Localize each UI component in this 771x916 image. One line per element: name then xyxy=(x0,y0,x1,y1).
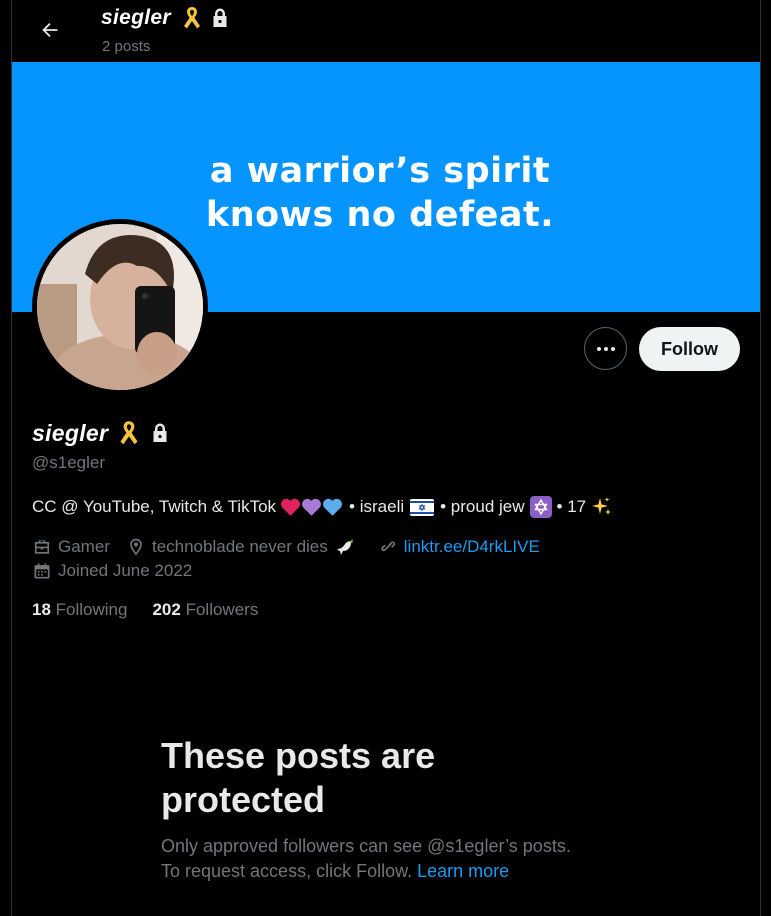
profile-meta-row-1: Gamer technoblade never dies linktr.ee/D… xyxy=(32,537,556,557)
column-border-right xyxy=(760,0,761,916)
protected-desc-text: To request access, click Follow. xyxy=(161,861,413,881)
avatar[interactable] xyxy=(32,219,208,395)
website-link[interactable]: linktr.ee/D4rkLIVE xyxy=(404,537,540,557)
bio-text-3: • proud jew xyxy=(440,497,525,516)
bio-text-1: CC @ YouTube, Twitch & TikTok xyxy=(32,497,277,516)
calendar-icon xyxy=(34,563,50,579)
briefcase-icon xyxy=(34,540,50,554)
lock-icon xyxy=(153,423,167,442)
location-pin-icon xyxy=(130,538,142,556)
profile-bio: CC @ YouTube, Twitch & TikTok • israeli … xyxy=(32,496,613,518)
lock-icon xyxy=(213,8,227,27)
dove-icon xyxy=(336,539,353,555)
joined-text: Joined June 2022 xyxy=(58,561,193,580)
post-count: 2 posts xyxy=(102,38,151,55)
more-horizontal-icon xyxy=(596,346,615,351)
protected-title: These posts are protected xyxy=(161,734,561,822)
more-options-button[interactable] xyxy=(584,327,627,370)
followers-link[interactable]: 202 Followers xyxy=(152,600,258,620)
header-display-name: siegler xyxy=(101,4,230,32)
protected-desc-line-1: Only approved followers can see @s1egler… xyxy=(161,836,571,856)
header-name-text: siegler xyxy=(101,6,171,29)
location-text: technoblade never dies xyxy=(151,537,328,556)
blue-heart-icon xyxy=(323,498,342,516)
bio-text-2: • israeli xyxy=(349,497,405,516)
profile-meta-row-2: Joined June 2022 xyxy=(32,561,208,581)
category-text: Gamer xyxy=(58,537,110,556)
sparkles-icon xyxy=(592,497,612,515)
ribbon-icon xyxy=(183,7,200,29)
protected-title-line-2: protected xyxy=(161,779,326,820)
website-item[interactable]: linktr.ee/D4rkLIVE xyxy=(378,537,540,557)
avatar-photo xyxy=(37,224,203,390)
protected-desc-line-2: To request access, click Follow. Learn m… xyxy=(161,859,641,884)
category-item: Gamer xyxy=(32,537,110,557)
bio-text-4: • 17 xyxy=(556,497,587,516)
star-of-david-icon xyxy=(529,496,552,518)
profile-header-bar: siegler 2 posts xyxy=(12,0,760,62)
protected-title-line-1: These posts are xyxy=(161,735,436,776)
israel-flag-icon xyxy=(410,498,435,516)
followers-label: Followers xyxy=(185,600,259,619)
back-button[interactable] xyxy=(32,12,68,48)
following-link[interactable]: 18 Following xyxy=(32,600,127,620)
joined-item: Joined June 2022 xyxy=(32,561,192,581)
banner-line-1: a warrior’s spirit xyxy=(209,151,551,191)
follow-button[interactable]: Follow xyxy=(639,327,740,371)
follow-stats: 18 Following 202 Followers xyxy=(32,600,283,620)
purple-heart-icon xyxy=(302,498,321,516)
profile-name-text: siegler xyxy=(32,419,109,446)
location-item: technoblade never dies xyxy=(126,537,362,557)
followers-count: 202 xyxy=(152,600,181,619)
profile-page: siegler 2 posts a warrior’s spirit knows… xyxy=(0,0,771,916)
learn-more-link[interactable]: Learn more xyxy=(417,861,509,881)
ribbon-icon xyxy=(120,421,138,445)
red-heart-icon xyxy=(281,498,300,516)
profile-handle: @s1egler xyxy=(32,453,106,472)
arrow-left-icon xyxy=(42,22,58,38)
following-count: 18 xyxy=(32,600,51,619)
protected-description: Only approved followers can see @s1egler… xyxy=(161,834,641,884)
profile-display-name: siegler xyxy=(32,418,170,448)
heart-icons xyxy=(280,497,343,517)
following-label: Following xyxy=(55,600,128,619)
link-icon xyxy=(381,541,395,552)
